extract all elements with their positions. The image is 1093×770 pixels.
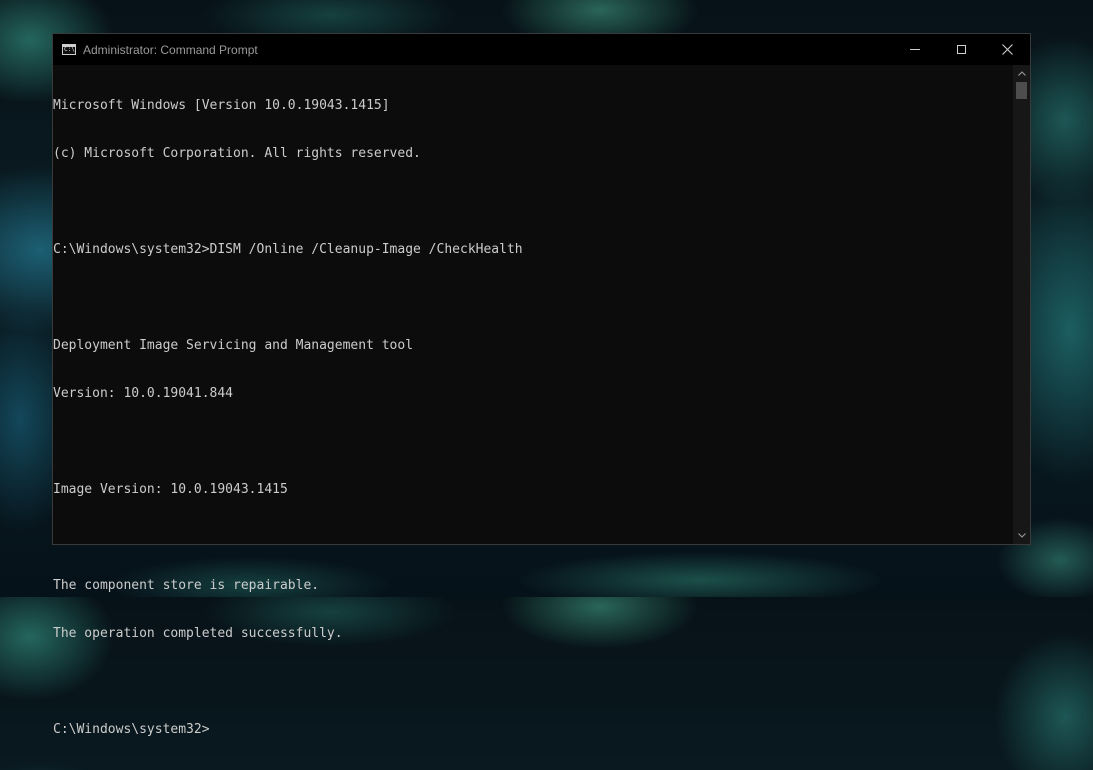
- close-button[interactable]: [984, 34, 1030, 65]
- cmd-icon[interactable]: C:\: [62, 44, 76, 55]
- console-line: The component store is repairable.: [53, 578, 320, 593]
- console-output[interactable]: Microsoft Windows [Version 10.0.19043.14…: [53, 65, 1013, 737]
- vertical-scrollbar[interactable]: [1013, 65, 1030, 544]
- close-icon: [1001, 44, 1013, 55]
- scroll-down-button[interactable]: [1013, 527, 1030, 544]
- chevron-up-icon: [1017, 71, 1026, 76]
- console-line: (c) Microsoft Corporation. All rights re…: [53, 146, 421, 161]
- prompt-line: C:\Windows\system32>: [53, 722, 210, 737]
- title-bar[interactable]: C:\ Administrator: Command Prompt: [53, 34, 1030, 65]
- console-line: Microsoft Windows [Version 10.0.19043.14…: [53, 98, 390, 113]
- maximize-button[interactable]: [938, 34, 984, 65]
- console-line: C:\Windows\system32>DISM /Online /Cleanu…: [53, 242, 523, 257]
- console-line: The operation completed successfully.: [53, 626, 343, 641]
- cmd-icon-label: C:\: [64, 46, 75, 53]
- minimize-icon: [910, 49, 920, 50]
- window-title: Administrator: Command Prompt: [83, 42, 258, 57]
- console-line: Image Version: 10.0.19043.1415: [53, 482, 288, 497]
- console-line: Version: 10.0.19041.844: [53, 386, 234, 401]
- console-line: Deployment Image Servicing and Managemen…: [53, 338, 414, 353]
- maximize-icon: [956, 45, 966, 54]
- command-prompt-window: C:\ Administrator: Command Prompt Micros…: [52, 33, 1031, 737]
- chevron-down-icon: [1017, 533, 1026, 538]
- minimize-button[interactable]: [892, 34, 938, 65]
- scrollbar-thumb[interactable]: [1016, 82, 1027, 99]
- scroll-up-button[interactable]: [1013, 65, 1030, 82]
